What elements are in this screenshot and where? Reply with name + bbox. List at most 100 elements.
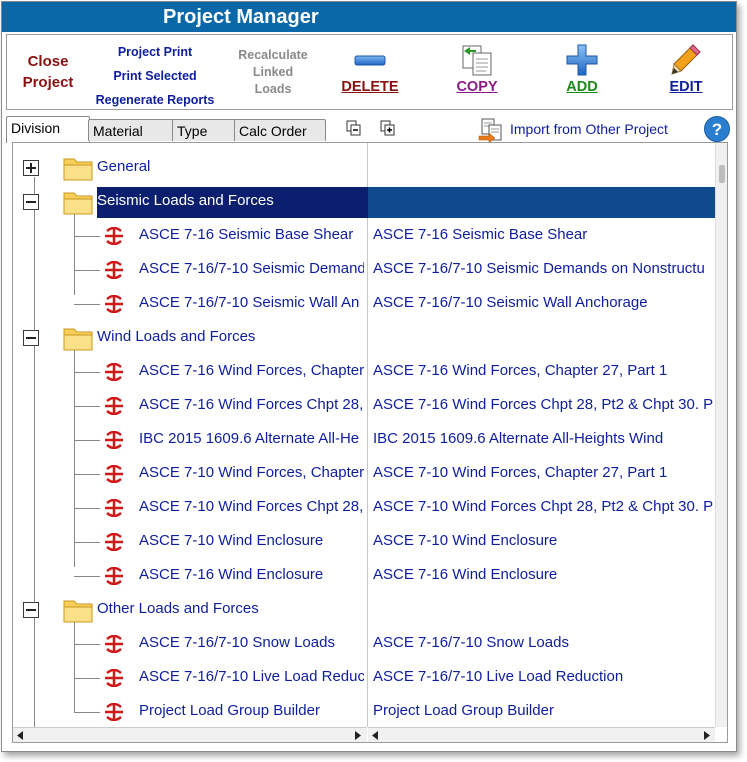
add-label: ADD	[566, 79, 598, 95]
tree-item[interactable]: ASCE 7-16/7-10 Live Load Reduc ASCE 7-16…	[13, 661, 715, 695]
title-bar: Project Manager	[2, 2, 736, 32]
import-label: Import from Other Project	[510, 121, 668, 137]
tree-item[interactable]: ASCE 7-16/7-10 Snow Loads ASCE 7-16/7-10…	[13, 627, 715, 661]
scroll-left-icon[interactable]	[16, 731, 25, 740]
scroll-right-icon[interactable]	[702, 731, 711, 740]
tree-line	[74, 644, 100, 645]
collapse-icon[interactable]	[23, 330, 39, 346]
item-name: Project Load Group Builder	[139, 702, 320, 719]
delete-label: DELETE	[341, 79, 399, 95]
item-description: ASCE 7-16/7-10 Live Load Reduction	[373, 668, 624, 685]
collapse-all-icon[interactable]	[346, 120, 362, 136]
tree-group-seismic[interactable]: Seismic Loads and Forces	[13, 185, 715, 219]
print-group: Project Print Print Selected Regenerate …	[95, 40, 215, 112]
tab-division[interactable]: Division	[6, 116, 90, 143]
tree-item[interactable]: ASCE 7-16 Wind Forces Chpt 28, ASCE 7-16…	[13, 389, 715, 423]
tree-item[interactable]: ASCE 7-16/7-10 Seismic Wall An ASCE 7-16…	[13, 287, 715, 321]
plus-icon	[566, 44, 598, 76]
horizontal-scrollbar-description-column[interactable]	[368, 727, 715, 742]
item-description: ASCE 7-16/7-10 Seismic Demands on Nonstr…	[373, 260, 705, 277]
calculation-icon	[105, 397, 123, 415]
item-description: Project Load Group Builder	[373, 702, 554, 719]
item-description: ASCE 7-16/7-10 Seismic Wall Anchorage	[373, 294, 648, 311]
item-description: ASCE 7-16 Seismic Base Shear	[373, 226, 588, 243]
calculation-icon	[105, 533, 123, 551]
tree-line	[74, 474, 100, 475]
tree-item[interactable]: ASCE 7-16 Wind Enclosure ASCE 7-16 Wind …	[13, 559, 715, 593]
item-name: ASCE 7-16/7-10 Snow Loads	[139, 634, 335, 651]
tree-line	[74, 304, 100, 305]
tree-line	[74, 270, 100, 271]
tree-group-other[interactable]: Other Loads and Forces	[13, 593, 715, 627]
item-description: ASCE 7-10 Wind Forces Chpt 28, Pt2 & Chp…	[373, 498, 713, 515]
tree-line	[74, 508, 100, 509]
copy-button[interactable]: COPY	[442, 41, 512, 105]
tree-item[interactable]: ASCE 7-10 Wind Enclosure ASCE 7-10 Wind …	[13, 525, 715, 559]
tree-line	[74, 542, 100, 543]
division-tree: General Seismic Loads and Forces ASCE 7-…	[12, 142, 728, 743]
collapse-icon[interactable]	[23, 602, 39, 618]
item-name: ASCE 7-10 Wind Enclosure	[139, 532, 324, 549]
recalc-label-2: Linked	[252, 65, 294, 79]
recalculate-linked-loads-button[interactable]: Recalculate Linked Loads	[231, 47, 315, 98]
item-name: ASCE 7-16 Seismic Base Shear	[139, 226, 354, 243]
tree-item[interactable]: Project Load Group Builder Project Load …	[13, 695, 715, 729]
tree-line	[74, 236, 100, 237]
item-description: ASCE 7-16 Wind Forces Chpt 28, Pt2 & Chp…	[373, 396, 713, 413]
folder-icon	[63, 328, 93, 351]
tree-group-wind[interactable]: Wind Loads and Forces	[13, 321, 715, 355]
tree-group-general[interactable]: General	[13, 151, 715, 185]
tab-calc-order[interactable]: Calc Order	[234, 119, 326, 141]
delete-button[interactable]: DELETE	[335, 41, 405, 105]
expand-all-icon[interactable]	[380, 120, 396, 136]
scroll-thumb[interactable]	[719, 165, 725, 183]
tree-line	[74, 712, 100, 713]
tree-line	[74, 440, 100, 441]
tree-item[interactable]: ASCE 7-16 Wind Forces, Chapter ASCE 7-16…	[13, 355, 715, 389]
tree-item[interactable]: ASCE 7-16/7-10 Seismic Demand ASCE 7-16/…	[13, 253, 715, 287]
regenerate-reports-button[interactable]: Regenerate Reports	[95, 88, 215, 112]
calculation-icon	[105, 635, 123, 653]
close-project-button[interactable]: Close Project	[13, 51, 83, 93]
calculation-icon	[105, 295, 123, 313]
recalc-label-3: Loads	[254, 82, 292, 96]
calculation-icon	[105, 567, 123, 585]
vertical-scrollbar[interactable]	[715, 143, 727, 727]
print-selected-button[interactable]: Print Selected	[95, 64, 215, 88]
project-print-button[interactable]: Project Print	[95, 40, 215, 64]
group-name: Wind Loads and Forces	[97, 328, 256, 345]
group-name: Other Loads and Forces	[97, 600, 259, 617]
item-name: ASCE 7-16/7-10 Seismic Demand	[139, 260, 364, 277]
pencil-icon	[671, 44, 701, 75]
edit-button[interactable]: EDIT	[651, 41, 721, 105]
calculation-icon	[105, 465, 123, 483]
tree-line	[74, 678, 100, 679]
calculation-icon	[105, 261, 123, 279]
item-description: ASCE 7-10 Wind Forces, Chapter 27, Part …	[373, 464, 668, 481]
tab-material[interactable]: Material	[88, 119, 174, 141]
add-button[interactable]: ADD	[547, 41, 617, 105]
tree-item[interactable]: ASCE 7-16 Seismic Base Shear ASCE 7-16 S…	[13, 219, 715, 253]
horizontal-scrollbar-name-column[interactable]	[13, 727, 367, 742]
item-description: ASCE 7-10 Wind Enclosure	[373, 532, 558, 549]
group-name: Seismic Loads and Forces	[97, 192, 274, 209]
selection-highlight-desc	[368, 187, 715, 218]
copy-icon	[462, 45, 492, 76]
folder-icon	[63, 192, 93, 215]
tree-line	[74, 576, 100, 577]
expand-icon[interactable]	[23, 160, 39, 176]
tree-item[interactable]: ASCE 7-10 Wind Forces, Chapter ASCE 7-10…	[13, 457, 715, 491]
tab-type[interactable]: Type	[172, 119, 236, 141]
tree-item[interactable]: IBC 2015 1609.6 Alternate All-He IBC 201…	[13, 423, 715, 457]
collapse-icon[interactable]	[23, 194, 39, 210]
calculation-icon	[105, 703, 123, 721]
import-icon	[478, 118, 502, 142]
scroll-left-icon[interactable]	[371, 731, 380, 740]
item-name: ASCE 7-10 Wind Forces Chpt 28,	[139, 498, 364, 515]
item-name: ASCE 7-16/7-10 Seismic Wall An	[139, 294, 360, 311]
scroll-right-icon[interactable]	[353, 731, 362, 740]
tree-item[interactable]: ASCE 7-10 Wind Forces Chpt 28, ASCE 7-10…	[13, 491, 715, 525]
help-button[interactable]: ?	[704, 116, 730, 142]
item-name: IBC 2015 1609.6 Alternate All-He	[139, 430, 360, 447]
calculation-icon	[105, 669, 123, 687]
